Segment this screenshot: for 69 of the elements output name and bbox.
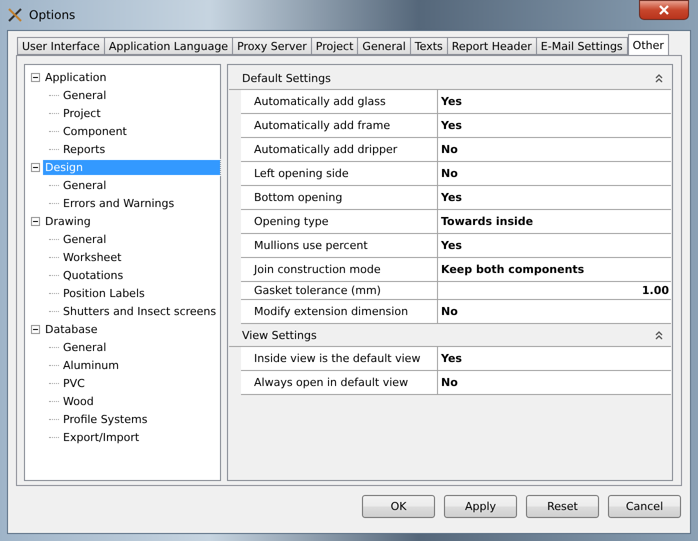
property-value[interactable]: Yes (438, 90, 671, 113)
tree-item[interactable]: Drawing (43, 214, 93, 228)
property-value[interactable]: 1.00 (438, 282, 671, 299)
collapse-icon[interactable] (31, 72, 40, 82)
tree-item[interactable]: PVC (61, 376, 87, 390)
tree-item[interactable]: General (61, 340, 108, 354)
tree-item[interactable]: Profile Systems (61, 412, 150, 426)
tree-item[interactable]: General (61, 88, 108, 102)
tree-item[interactable]: General (61, 232, 108, 246)
collapse-icon[interactable] (31, 216, 40, 226)
property-value[interactable]: Keep both components (438, 258, 671, 281)
property-name: Inside view is the default view (241, 347, 438, 370)
collapse-icon[interactable] (31, 162, 40, 172)
dialog-button[interactable]: Reset (526, 495, 599, 518)
tree-item[interactable]: Shutters and Insect screens (61, 304, 218, 318)
property-value[interactable]: No (438, 162, 671, 185)
dialog-button[interactable]: Cancel (608, 495, 681, 518)
property-value[interactable]: Towards inside (438, 210, 671, 233)
property-name: Automatically add glass (241, 90, 438, 113)
tab[interactable]: Other (628, 34, 669, 55)
property-value[interactable]: No (438, 300, 671, 323)
section-title: Default Settings (242, 72, 331, 84)
tree-item[interactable]: Aluminum (61, 358, 121, 372)
tab[interactable]: Texts (410, 37, 448, 55)
tab[interactable]: Proxy Server (232, 37, 312, 55)
property-name: Bottom opening (241, 186, 438, 209)
tree-item[interactable]: Position Labels (61, 286, 147, 300)
property-value[interactable]: No (438, 138, 671, 161)
tab[interactable]: E-Mail Settings (536, 37, 628, 55)
tree-item[interactable]: Component (61, 124, 129, 138)
property-name: Mullions use percent (241, 234, 438, 257)
tab[interactable]: User Interface (17, 37, 105, 55)
property-name: Always open in default view (241, 371, 438, 394)
section-title: View Settings (242, 328, 317, 342)
tab[interactable]: Application Language (104, 37, 234, 55)
tree-item[interactable]: Reports (61, 142, 108, 156)
tools-icon (7, 7, 23, 23)
property-name: Modify extension dimension (241, 300, 438, 323)
tab[interactable]: Report Header (446, 37, 537, 55)
tree-item[interactable]: Quotations (61, 268, 126, 282)
tree-item[interactable]: Export/Import (61, 430, 142, 444)
property-name: Opening type (241, 210, 438, 233)
collapse-icon[interactable] (31, 324, 40, 334)
tree-item[interactable]: Database (43, 322, 100, 336)
dialog-button[interactable]: Apply (444, 495, 517, 518)
collapse-icon[interactable] (655, 74, 663, 82)
property-name: Automatically add frame (241, 114, 438, 137)
tree-item[interactable]: Worksheet (61, 250, 124, 264)
property-value[interactable]: Yes (438, 186, 671, 209)
tree-item[interactable]: General (61, 178, 108, 192)
tree-item[interactable]: Wood (61, 394, 96, 408)
close-icon (659, 5, 669, 15)
tree-item[interactable]: Errors and Warnings (61, 196, 176, 210)
close-button[interactable] (639, 0, 689, 20)
property-name: Join construction mode (241, 258, 438, 281)
tab[interactable]: General (357, 37, 411, 55)
tab[interactable]: Project (310, 37, 358, 55)
dialog-button[interactable]: OK (362, 495, 435, 518)
property-value[interactable]: Yes (438, 234, 671, 257)
property-name: Left opening side (241, 162, 438, 185)
property-value[interactable]: No (438, 371, 671, 394)
window-title: Options (29, 8, 76, 22)
collapse-icon[interactable] (655, 330, 663, 340)
tree-item[interactable]: Application (43, 70, 108, 84)
property-value[interactable]: Yes (438, 347, 671, 370)
property-name: Gasket tolerance (mm) (241, 282, 438, 299)
property-name: Automatically add dripper (241, 138, 438, 161)
property-value[interactable]: Yes (438, 114, 671, 137)
tree-item[interactable]: Project (61, 106, 103, 120)
